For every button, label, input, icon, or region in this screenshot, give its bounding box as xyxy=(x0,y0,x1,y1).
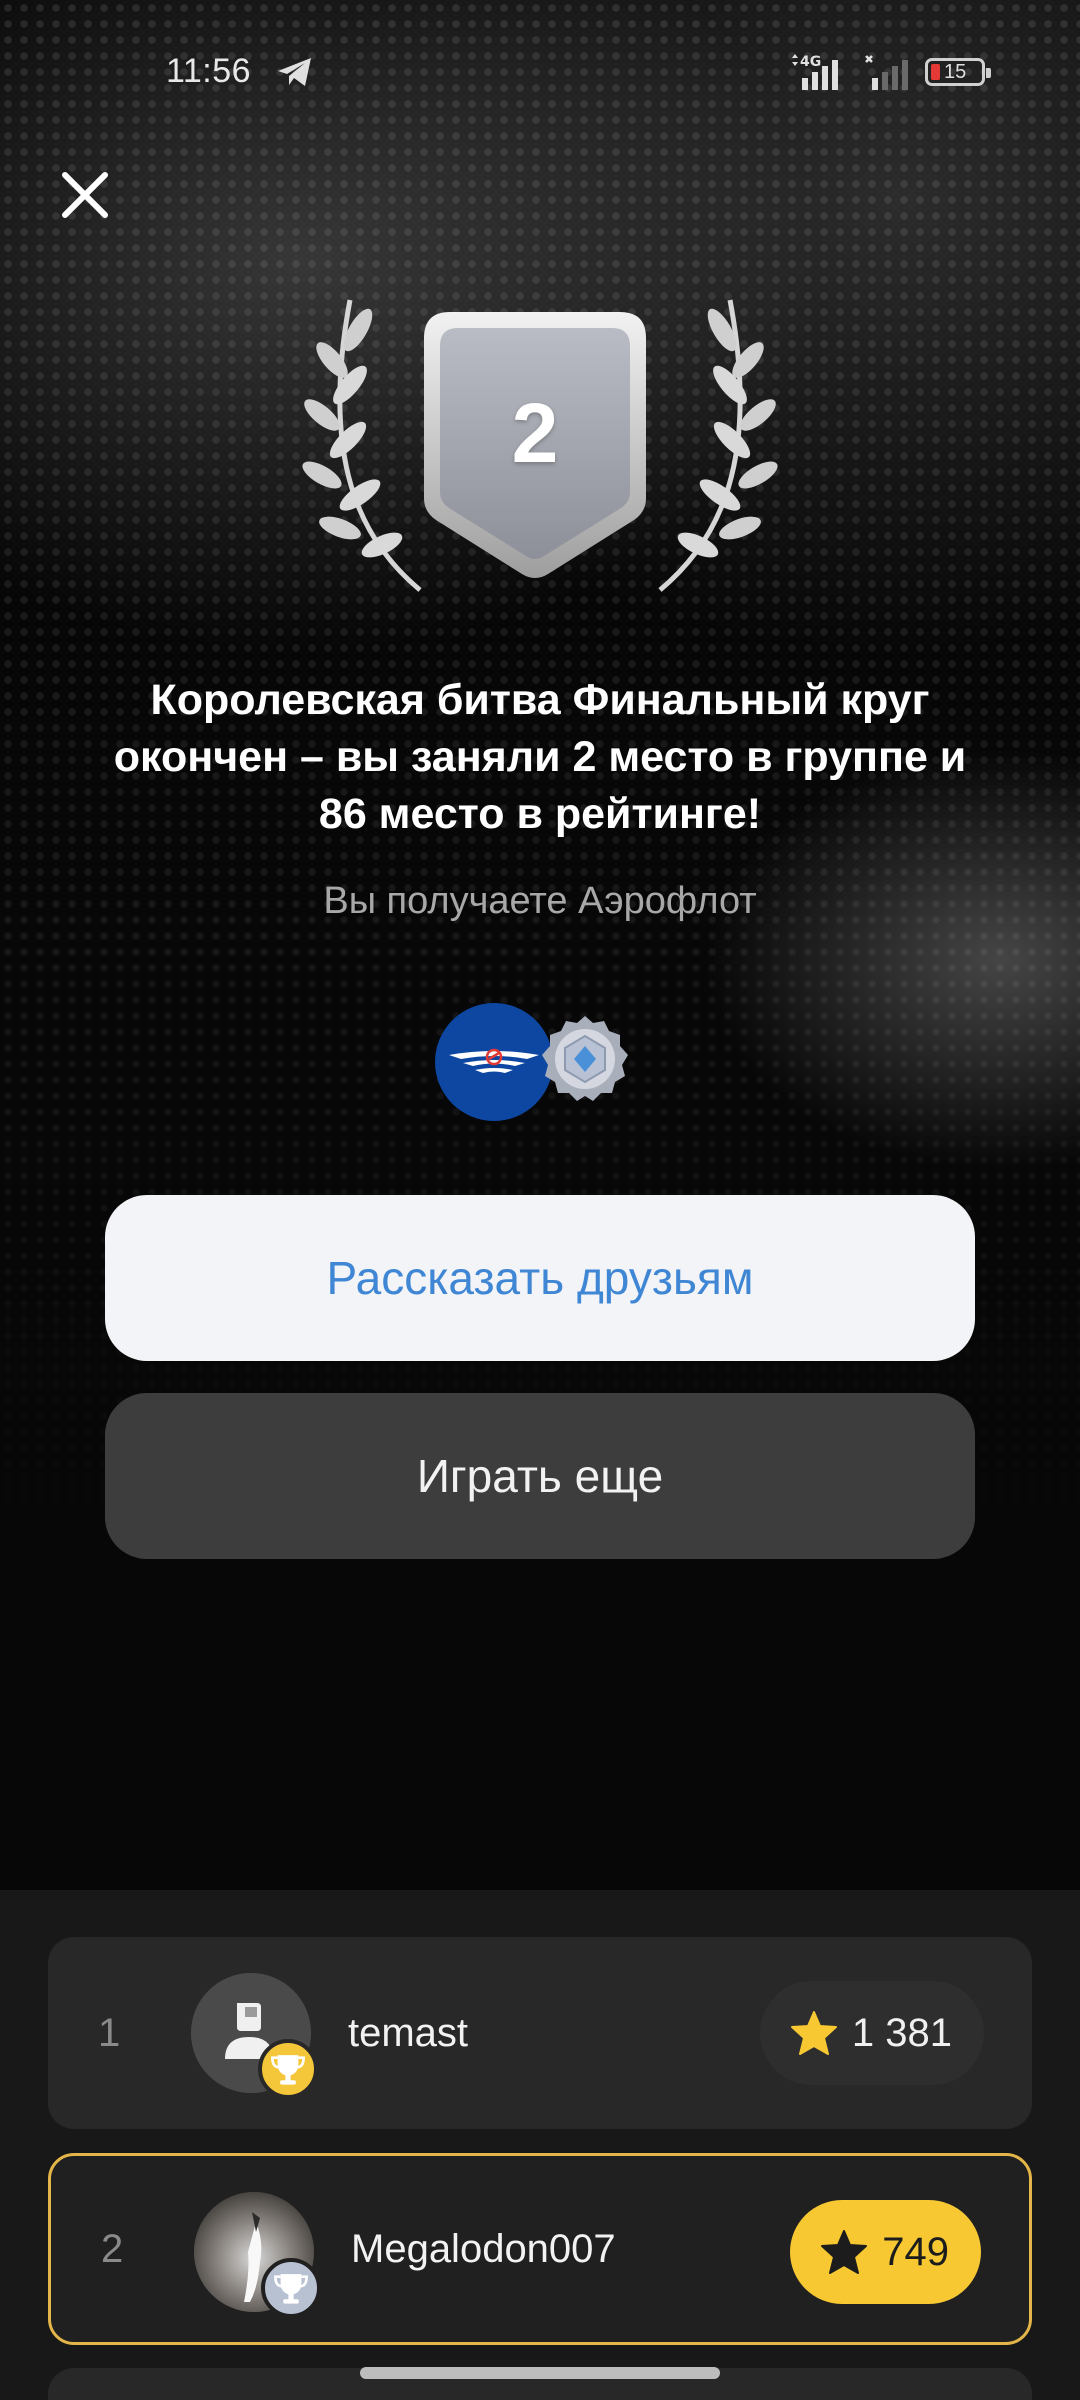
row-position: 2 xyxy=(101,2226,124,2271)
score-badge: 1 381 xyxy=(759,1981,984,2085)
laurel-right-icon xyxy=(658,299,778,592)
signal-icon: 4G xyxy=(792,54,838,90)
player-name: Megalodon007 xyxy=(351,2226,616,2271)
share-with-friends-button[interactable]: Рассказать друзьям xyxy=(105,1195,975,1361)
home-indicator[interactable] xyxy=(360,2367,720,2379)
aeroflot-logo xyxy=(435,1003,553,1121)
player-name: temast xyxy=(348,2010,469,2055)
leaderboard-row[interactable]: 1 temast 1 381 xyxy=(48,1937,1032,2129)
telegram-icon xyxy=(278,58,311,86)
dot-pattern-background xyxy=(0,0,1080,1900)
score-badge: 749 xyxy=(790,2200,981,2304)
star-icon xyxy=(790,2011,837,2055)
score-value: 749 xyxy=(882,2229,949,2274)
trophy-icon xyxy=(261,2258,321,2318)
rank-number: 2 xyxy=(511,386,559,480)
battery-icon: 15 xyxy=(925,58,991,86)
reward-text: Вы получаете Аэрофлот xyxy=(323,880,757,922)
network-type: 4G xyxy=(800,54,821,70)
signal-weak-icon xyxy=(865,55,908,90)
diamond-badge-icon xyxy=(542,1016,628,1101)
leaderboard-row-current-user[interactable]: 2 Megalodon007 749 xyxy=(48,2153,1032,2345)
row-position: 1 xyxy=(98,2010,121,2055)
play-again-button[interactable]: Играть еще xyxy=(105,1393,975,1559)
battery-level: 15 xyxy=(944,61,967,83)
result-headline: Королевская битва Финальный круг окончен… xyxy=(113,676,967,838)
status-time: 11:56 xyxy=(166,52,252,90)
status-bar: 11:56 4G 15 xyxy=(0,0,1080,140)
star-icon xyxy=(821,2230,868,2274)
laurel-left-icon xyxy=(302,299,422,592)
close-icon[interactable] xyxy=(50,160,120,230)
game-result-screen: 11:56 4G 15 2 Королевская битва Финальны… xyxy=(0,0,1080,2400)
trophy-icon xyxy=(258,2039,318,2099)
score-value: 1 381 xyxy=(851,2010,952,2055)
